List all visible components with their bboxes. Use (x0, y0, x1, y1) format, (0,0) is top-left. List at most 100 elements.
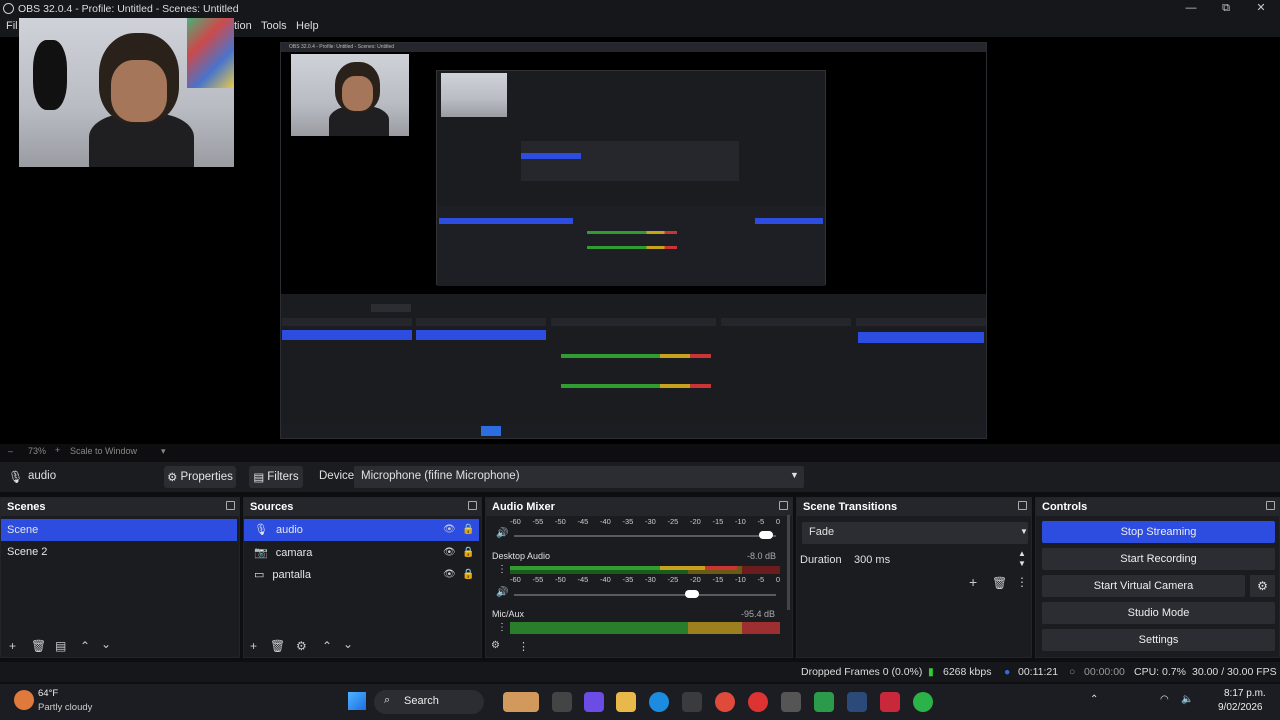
db-scale: -60 -55 -50 -45 -40 -35 -30 -25 -20 -15 -10 -5 0 (510, 575, 780, 584)
scenes-title: Scenes (7, 501, 46, 513)
properties-button[interactable]: ⚙ Properties (164, 466, 236, 488)
add-icon[interactable]: + (9, 639, 16, 653)
eye-icon[interactable]: 👁 (443, 547, 456, 558)
task-view-icon[interactable] (552, 692, 572, 712)
studio-mode-button[interactable]: Studio Mode (1042, 602, 1275, 624)
kebab-menu-icon[interactable]: ⋮ (497, 622, 507, 633)
db-tick-label: -60 (510, 517, 521, 526)
scene-item[interactable]: Scene 2 (1, 541, 237, 563)
mixer-scrollbar[interactable] (787, 515, 790, 610)
mixer-settings-icon[interactable]: ⚙ (491, 640, 500, 651)
undock-icon[interactable] (1018, 501, 1027, 510)
xbox-icon[interactable] (814, 692, 834, 712)
speaker-icon[interactable]: 🔊 (496, 587, 508, 598)
gear-icon[interactable]: ⚙ (296, 639, 307, 653)
volume-knob[interactable] (685, 590, 700, 598)
close-button[interactable]: ✕ (1244, 0, 1278, 17)
chevron-down-icon: ▼ (790, 470, 799, 480)
volume-knob[interactable] (758, 531, 773, 539)
trash-icon[interactable]: 🗑 (992, 576, 1007, 590)
duration-input[interactable]: 300 ms ▲ ▼ (849, 549, 1029, 571)
lock-icon[interactable]: 🔒 (462, 569, 474, 580)
store-icon[interactable] (682, 692, 702, 712)
start-virtual-camera-button[interactable]: Start Virtual Camera (1042, 575, 1245, 597)
volume-icon[interactable]: 🔈 (1181, 694, 1193, 705)
weather-temp[interactable]: 64°F (38, 688, 58, 699)
windows-start-icon[interactable] (348, 692, 366, 710)
stepper-up-icon[interactable]: ▲ (1018, 549, 1026, 558)
trash-icon[interactable]: 🗑 (270, 639, 285, 653)
weather-desc[interactable]: Partly cloudy (38, 702, 92, 713)
scene-item[interactable]: Scene (1, 519, 237, 541)
start-recording-button[interactable]: Start Recording (1042, 548, 1275, 570)
menu-help[interactable]: Help (296, 20, 319, 32)
transition-select[interactable]: Fade ▼ (802, 522, 1028, 544)
filter-icon[interactable]: ▤ (55, 639, 66, 653)
fps: 30.00 / 30.00 FPS (1192, 666, 1277, 678)
transitions-header: Scene Transitions (797, 498, 1031, 516)
undock-icon[interactable] (1266, 501, 1275, 510)
edge-icon[interactable] (649, 692, 669, 712)
stop-streaming-button[interactable]: Stop Streaming (1042, 521, 1275, 543)
undock-icon[interactable] (779, 501, 788, 510)
widget-icon[interactable] (503, 692, 539, 712)
menu-tools[interactable]: Tools (261, 20, 287, 32)
source-name: camara (275, 547, 313, 559)
menu-file[interactable]: Fil (6, 20, 18, 32)
filters-button[interactable]: ▤ Filters (249, 466, 303, 488)
eye-icon[interactable]: 👁 (443, 569, 456, 580)
preview-canvas[interactable]: OBS 32.0.4 - Profile: Untitled - Scenes:… (0, 18, 1280, 444)
file-explorer-icon[interactable] (616, 692, 636, 712)
arrow-down-icon[interactable]: ⌄ (343, 637, 353, 651)
arrow-up-icon[interactable]: ⌃ (322, 639, 332, 653)
settings-app-icon[interactable] (781, 692, 801, 712)
undock-icon[interactable] (226, 501, 235, 510)
kebab-menu-icon[interactable]: ⋮ (1016, 575, 1028, 589)
chevron-down-icon[interactable]: ▾ (161, 446, 166, 457)
add-icon[interactable]: + (969, 574, 977, 590)
channel-name: Desktop Audio (492, 551, 551, 561)
record-app-icon[interactable] (748, 692, 768, 712)
kebab-menu-icon[interactable]: ⋮ (497, 564, 507, 575)
db-tick-label: -10 (735, 575, 746, 584)
copilot-icon[interactable] (584, 692, 604, 712)
whatsapp-icon[interactable] (913, 692, 933, 712)
clock-time[interactable]: 8:17 p.m. (1224, 688, 1266, 699)
arrow-down-icon[interactable]: ⌄ (101, 637, 111, 651)
lock-icon[interactable]: 🔒 (462, 547, 474, 558)
chevron-up-icon[interactable]: ⌃ (1090, 694, 1098, 705)
trash-icon[interactable]: 🗑 (31, 639, 46, 653)
clock-date[interactable]: 9/02/2026 (1218, 702, 1263, 713)
filters-label: Filters (267, 471, 299, 483)
app-icon[interactable] (880, 692, 900, 712)
kebab-menu-icon[interactable]: ⋮ (518, 640, 529, 653)
chrome-icon[interactable] (715, 692, 735, 712)
lock-icon[interactable]: 🔒 (462, 524, 474, 535)
level-meter-peak (510, 566, 737, 570)
undock-icon[interactable] (468, 501, 477, 510)
zoom-in-button[interactable]: + (55, 445, 60, 455)
maximize-button[interactable]: ⧉ (1209, 0, 1243, 17)
menu-docks[interactable]: tion (234, 20, 252, 32)
weather-icon[interactable] (14, 690, 34, 710)
virtual-camera-settings-icon[interactable]: ⚙ (1250, 575, 1275, 597)
eye-icon[interactable]: 👁 (443, 524, 456, 535)
stepper-down-icon[interactable]: ▼ (1018, 559, 1026, 568)
taskbar: 64°F Partly cloudy ⌕ Search ⌃ ◠ 🔈 8:17 p… (0, 684, 1280, 720)
db-tick-label: 0 (775, 575, 780, 584)
wifi-icon[interactable]: ◠ (1160, 694, 1169, 705)
volume-slider[interactable] (514, 594, 776, 596)
minimize-button[interactable]: — (1174, 0, 1208, 17)
duration-value: 300 ms (854, 554, 891, 566)
transitions-title: Scene Transitions (803, 501, 898, 513)
device-select[interactable]: Microphone (fifine Microphone) ▼ (354, 466, 804, 488)
taskbar-search[interactable]: ⌕ Search (374, 690, 484, 714)
db-tick-label: -45 (577, 575, 589, 584)
add-icon[interactable]: + (250, 639, 257, 653)
speaker-icon[interactable]: 🔊 (496, 528, 508, 539)
volume-slider[interactable] (514, 535, 776, 537)
steam-icon[interactable] (847, 692, 867, 712)
scale-mode-select[interactable]: Scale to Window (70, 446, 137, 456)
arrow-up-icon[interactable]: ⌃ (80, 639, 90, 653)
settings-button[interactable]: Settings (1042, 629, 1275, 651)
